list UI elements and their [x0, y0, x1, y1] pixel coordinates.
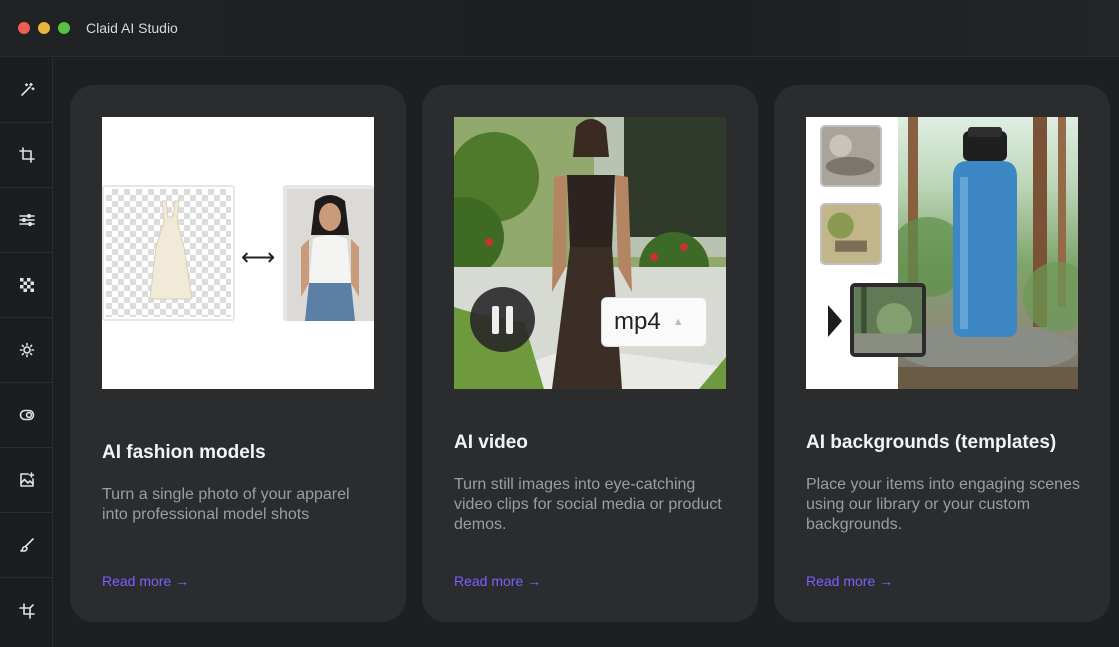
dress-image [149, 200, 193, 300]
template-thumb-selected[interactable] [850, 283, 926, 357]
sidebar-item-adjust[interactable] [0, 188, 53, 253]
swap-arrow-icon: ⟷ [241, 243, 276, 271]
model-frame [283, 185, 374, 321]
feature-card-video[interactable]: mp4 ▲ AI video Turn still images into ey… [422, 85, 758, 622]
image-add-icon [19, 472, 34, 487]
magic-wand-icon [20, 82, 35, 96]
read-more-link[interactable]: Read more → [102, 573, 189, 589]
feature-card-fashion[interactable]: ⟷ AI fashion models Turn a single photo … [70, 85, 406, 622]
template-thumb-1[interactable] [820, 125, 882, 187]
sidebar-item-image[interactable] [0, 448, 53, 513]
card-description: Turn a single photo of your apparel into… [102, 486, 350, 523]
sidebar-item-crop[interactable] [0, 123, 53, 188]
card-title: AI fashion models [102, 442, 266, 463]
fashion-preview-image: ⟷ [102, 117, 374, 389]
sidebar-item-brush[interactable] [0, 513, 53, 578]
template-thumb-2[interactable] [820, 203, 882, 265]
model-photo [287, 189, 374, 321]
title-bar: Claid AI Studio [0, 0, 1119, 57]
app-title: Claid AI Studio [86, 20, 178, 36]
tool-sidebar [0, 58, 53, 647]
close-window-button[interactable] [18, 22, 30, 34]
backgrounds-preview-image [806, 117, 1078, 389]
sidebar-item-toggle[interactable] [0, 383, 53, 448]
format-value: mp4 [614, 308, 661, 335]
card-description: Turn still images into eye-catching vide… [454, 476, 722, 533]
main-content: ⟷ AI fashion models Turn a single photo … [54, 58, 1119, 647]
checkerboard-icon [19, 278, 34, 292]
crop-icon [18, 147, 35, 163]
sidebar-item-crop-alt[interactable] [0, 578, 53, 643]
pause-button[interactable] [470, 287, 535, 352]
play-icon [828, 305, 842, 337]
apparel-frame [102, 185, 235, 321]
card-title: AI backgrounds (templates) [806, 432, 1057, 453]
toggle-icon [19, 409, 34, 421]
sidebar-item-background-remove[interactable] [0, 253, 53, 318]
sidebar-item-light[interactable] [0, 318, 53, 383]
sun-icon [19, 342, 34, 358]
minimize-window-button[interactable] [38, 22, 50, 34]
caret-up-icon: ▲ [672, 316, 684, 328]
crop-alt-icon [18, 602, 35, 619]
brush-icon [19, 538, 34, 552]
read-more-link[interactable]: Read more → [454, 573, 541, 589]
feature-card-backgrounds[interactable]: AI backgrounds (templates) Place your it… [774, 85, 1110, 622]
read-more-link[interactable]: Read more → [806, 573, 893, 589]
app-window: Claid AI Studio ⟷ AI fashion models Turn… [0, 0, 1119, 647]
sidebar-item-magic[interactable] [0, 58, 53, 123]
maximize-window-button[interactable] [58, 22, 70, 34]
sliders-icon [18, 213, 35, 227]
card-description: Place your items into engaging scenes us… [806, 476, 1080, 533]
video-preview-image: mp4 ▲ [454, 117, 726, 389]
card-title: AI video [454, 432, 528, 453]
format-select[interactable]: mp4 ▲ [601, 297, 707, 347]
